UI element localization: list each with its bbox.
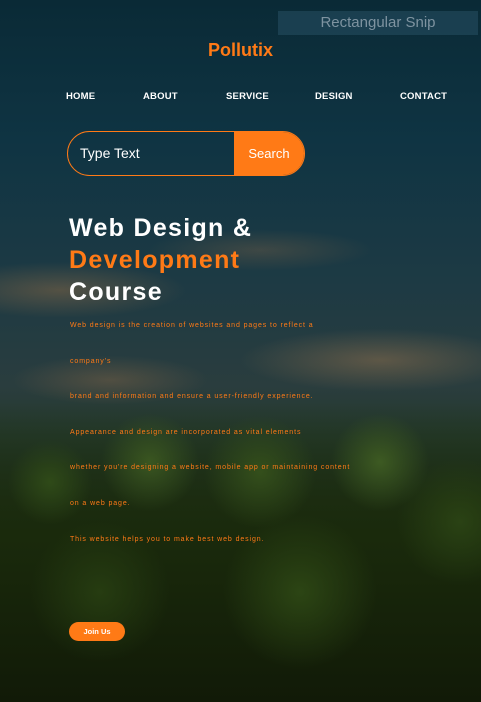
description-line: whether you're designing a website, mobi… bbox=[70, 464, 351, 471]
description-line: Appearance and design are incorporated a… bbox=[70, 429, 302, 436]
description-line: on a web page. bbox=[70, 500, 131, 507]
tree-foliage bbox=[0, 402, 481, 702]
hero-line-3: Course bbox=[69, 278, 163, 306]
nav-item-contact[interactable]: CONTACT bbox=[400, 91, 447, 102]
hero-line-2: Development bbox=[69, 246, 241, 274]
description-line: brand and information and ensure a user-… bbox=[70, 393, 314, 400]
snip-overlay-label: Rectangular Snip bbox=[278, 11, 478, 35]
nav-item-service[interactable]: SERVICE bbox=[226, 91, 269, 102]
hero-heading: Web Design & Development Course bbox=[69, 212, 252, 308]
nav-item-design[interactable]: DESIGN bbox=[315, 91, 353, 102]
description-line: company's bbox=[70, 358, 112, 365]
hero-line-1: Web Design & bbox=[69, 214, 253, 242]
join-us-button[interactable]: Join Us bbox=[69, 622, 125, 641]
nav-item-about[interactable]: ABOUT bbox=[143, 91, 178, 102]
nav-item-home[interactable]: HOME bbox=[66, 91, 95, 102]
search-bar: Type Text Search bbox=[67, 131, 305, 176]
brand-logo[interactable]: Pollutix bbox=[0, 40, 481, 61]
description-line: Web design is the creation of websites a… bbox=[70, 322, 314, 329]
main-nav: HOME ABOUT SERVICE DESIGN CONTACT bbox=[0, 91, 481, 105]
description-line: This website helps you to make best web … bbox=[70, 536, 265, 543]
background-image bbox=[0, 0, 481, 702]
search-button[interactable]: Search bbox=[234, 132, 304, 175]
search-input[interactable]: Type Text bbox=[80, 132, 140, 175]
